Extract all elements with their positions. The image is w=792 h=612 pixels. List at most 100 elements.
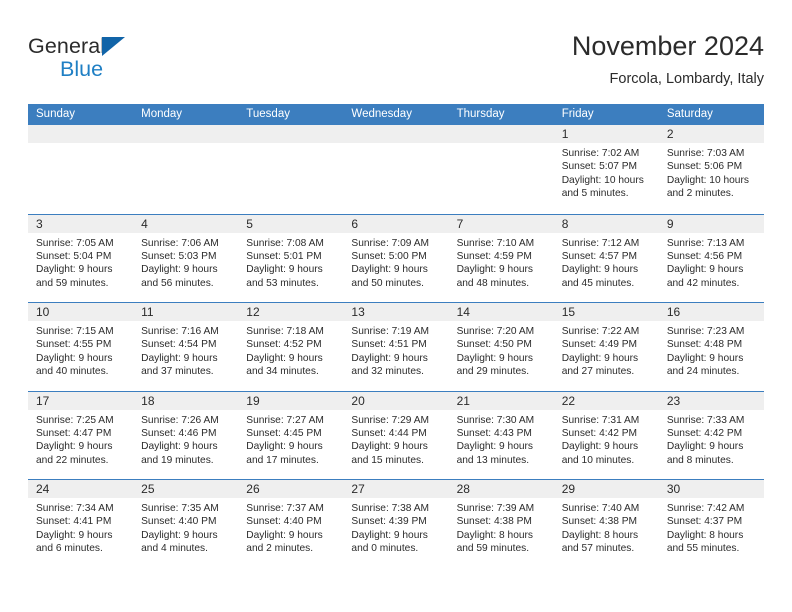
daylight-text: Daylight: 9 hours and 56 minutes.: [141, 264, 218, 289]
sunrise-text: Sunrise: 7:13 AM: [666, 237, 745, 249]
daylight-text: Daylight: 9 hours and 42 minutes.: [666, 264, 744, 289]
day-number: 3: [28, 214, 134, 233]
day-details: Sunrise: 7:42 AM Sunset: 4:37 PM Daylight:…: [659, 498, 764, 556]
day-cell[interactable]: 25 Sunrise: 7:35 AM Sunset: 4:40 PM Dayligh…: [133, 480, 239, 568]
sunrise-text: Sunrise: 7:08 AM: [246, 237, 324, 249]
day-cell-empty: [448, 125, 554, 214]
day-cell[interactable]: 13 Sunrise: 7:19 AM Sunset: 4:51 PM Dayligh…: [343, 303, 449, 391]
weeks-container: 1 Sunrise: 7:02 AM Sunset: 5:07 PM Daylight…: [28, 125, 764, 568]
day-cell[interactable]: 4 Sunrise: 7:06 AM Sunset: 5:03 PM Daylight…: [133, 214, 239, 303]
day-cell[interactable]: 24 Sunrise: 7:34 AM Sunset: 4:41 PM Dayligh…: [28, 480, 134, 568]
day-cell[interactable]: 22 Sunrise: 7:31 AM Sunset: 4:42 PM Dayligh…: [553, 391, 659, 480]
triangle-icon: [102, 37, 125, 56]
sunrise-text: Sunrise: 7:25 AM: [36, 414, 114, 426]
day-cell[interactable]: 10 Sunrise: 7:15 AM Sunset: 4:55 PM Dayligh…: [28, 303, 134, 391]
day-cell[interactable]: 21 Sunrise: 7:30 AM Sunset: 4:43 PM Dayligh…: [448, 391, 554, 480]
sunset-text: Sunset: 4:38 PM: [456, 516, 532, 528]
sunset-text: Sunset: 4:50 PM: [456, 339, 532, 351]
day-cell[interactable]: 16 Sunrise: 7:23 AM Sunset: 4:48 PM Dayligh…: [658, 303, 764, 391]
day-cell[interactable]: 8 Sunrise: 7:12 AM Sunset: 4:57 PM Daylight…: [553, 214, 659, 303]
day-details: Sunrise: 7:20 AM Sunset: 4:50 PM Daylight:…: [449, 321, 554, 379]
daylight-text: Daylight: 9 hours and 45 minutes.: [561, 264, 639, 289]
day-cell[interactable]: 2 Sunrise: 7:03 AM Sunset: 5:06 PM Daylight…: [658, 125, 764, 214]
day-number: 21: [448, 391, 554, 410]
day-number: [448, 125, 554, 143]
daylight-text: Daylight: 9 hours and 32 minutes.: [351, 352, 428, 378]
general-blue-logo[interactable]: General Blue: [28, 35, 258, 90]
daylight-text: Daylight: 9 hours and 17 minutes.: [246, 441, 323, 466]
day-details: Sunrise: 7:23 AM Sunset: 4:48 PM Daylight:…: [659, 321, 764, 379]
day-cell[interactable]: 29 Sunrise: 7:40 AM Sunset: 4:38 PM Dayligh…: [553, 480, 659, 568]
day-details: Sunrise: 7:18 AM Sunset: 4:52 PM Daylight:…: [238, 321, 343, 379]
sunset-text: Sunset: 4:57 PM: [561, 250, 638, 262]
weekday-header-sunday: Sunday: [36, 108, 76, 120]
daylight-text: Daylight: 9 hours and 29 minutes.: [456, 352, 534, 378]
daylight-text: Daylight: 10 hours and 5 minutes.: [561, 174, 644, 200]
day-cell[interactable]: 15 Sunrise: 7:22 AM Sunset: 4:49 PM Dayligh…: [553, 303, 659, 391]
day-number: [238, 125, 344, 143]
day-number: 28: [448, 480, 554, 498]
daylight-text: Daylight: 8 hours and 57 minutes.: [561, 529, 639, 555]
daylight-text: Daylight: 9 hours and 6 minutes.: [36, 529, 113, 555]
sunset-text: Sunset: 4:55 PM: [36, 339, 112, 351]
day-number: 14: [448, 303, 554, 321]
weekday-header-friday: Friday: [561, 108, 594, 120]
week-row: 10 Sunrise: 7:15 AM Sunset: 4:55 PM Dayligh…: [28, 302, 764, 391]
day-details: Sunrise: 7:39 AM Sunset: 4:38 PM Daylight:…: [449, 498, 554, 556]
sunset-text: Sunset: 5:07 PM: [561, 161, 638, 173]
sunset-text: Sunset: 4:45 PM: [246, 427, 322, 439]
day-details: Sunrise: 7:31 AM Sunset: 4:42 PM Daylight:…: [554, 410, 659, 468]
week-row: 17 Sunrise: 7:25 AM Sunset: 4:47 PM Dayligh…: [28, 390, 764, 480]
daylight-text: Daylight: 9 hours and 0 minutes.: [351, 529, 428, 555]
day-details: Sunrise: 7:05 AM Sunset: 5:04 PM Daylight:…: [28, 233, 133, 291]
day-cell[interactable]: 18 Sunrise: 7:26 AM Sunset: 4:46 PM Dayligh…: [133, 391, 239, 480]
sunrise-text: Sunrise: 7:10 AM: [456, 237, 535, 249]
day-details: Sunrise: 7:40 AM Sunset: 4:38 PM Daylight:…: [554, 498, 659, 556]
day-number: 10: [28, 303, 134, 321]
daylight-text: Daylight: 9 hours and 24 minutes.: [666, 352, 744, 378]
daylight-text: Daylight: 9 hours and 13 minutes.: [456, 441, 534, 466]
day-cell[interactable]: 6 Sunrise: 7:09 AM Sunset: 5:00 PM Daylight…: [343, 214, 449, 303]
day-cell[interactable]: 11 Sunrise: 7:16 AM Sunset: 4:54 PM Dayligh…: [133, 303, 239, 391]
day-cell[interactable]: 5 Sunrise: 7:08 AM Sunset: 5:01 PM Daylight…: [238, 214, 344, 303]
day-cell[interactable]: 27 Sunrise: 7:38 AM Sunset: 4:39 PM Dayligh…: [343, 480, 449, 568]
day-number: 16: [658, 303, 764, 321]
sunrise-text: Sunrise: 7:30 AM: [456, 414, 535, 426]
daylight-text: Daylight: 9 hours and 10 minutes.: [561, 441, 639, 466]
sunset-text: Sunset: 4:42 PM: [666, 427, 743, 439]
day-cell[interactable]: 19 Sunrise: 7:27 AM Sunset: 4:45 PM Dayligh…: [238, 391, 344, 480]
sunrise-text: Sunrise: 7:23 AM: [666, 326, 745, 337]
day-details: Sunrise: 7:06 AM Sunset: 5:03 PM Daylight:…: [133, 233, 238, 291]
day-number: 25: [133, 480, 239, 498]
sunset-text: Sunset: 4:40 PM: [246, 516, 322, 528]
day-cell[interactable]: 30 Sunrise: 7:42 AM Sunset: 4:37 PM Dayligh…: [658, 480, 764, 568]
sunrise-text: Sunrise: 7:39 AM: [456, 503, 535, 514]
day-cell[interactable]: 23 Sunrise: 7:33 AM Sunset: 4:42 PM Dayligh…: [658, 391, 764, 480]
day-number: [28, 125, 134, 143]
day-cell[interactable]: 12 Sunrise: 7:18 AM Sunset: 4:52 PM Dayligh…: [238, 303, 344, 391]
sunrise-text: Sunrise: 7:38 AM: [351, 503, 430, 514]
day-cell[interactable]: 28 Sunrise: 7:39 AM Sunset: 4:38 PM Dayligh…: [448, 480, 554, 568]
sunrise-text: Sunrise: 7:18 AM: [246, 326, 324, 337]
day-details: Sunrise: 7:10 AM Sunset: 4:59 PM Daylight:…: [449, 233, 554, 291]
day-details: Sunrise: 7:30 AM Sunset: 4:43 PM Daylight:…: [449, 410, 554, 468]
sunset-text: Sunset: 4:51 PM: [351, 339, 427, 351]
day-cell[interactable]: 9 Sunrise: 7:13 AM Sunset: 4:56 PM Daylight…: [658, 214, 764, 303]
day-details: Sunrise: 7:35 AM Sunset: 4:40 PM Daylight:…: [133, 498, 238, 556]
sunset-text: Sunset: 4:59 PM: [456, 250, 532, 262]
day-cell[interactable]: 1 Sunrise: 7:02 AM Sunset: 5:07 PM Daylight…: [553, 125, 659, 214]
daylight-text: Daylight: 9 hours and 59 minutes.: [36, 264, 113, 289]
sunrise-text: Sunrise: 7:19 AM: [351, 326, 430, 337]
weekday-header-monday: Monday: [141, 108, 183, 120]
day-cell[interactable]: 14 Sunrise: 7:20 AM Sunset: 4:50 PM Dayligh…: [448, 303, 554, 391]
daylight-text: Daylight: 8 hours and 59 minutes.: [456, 529, 534, 555]
day-cell[interactable]: 26 Sunrise: 7:37 AM Sunset: 4:40 PM Dayligh…: [238, 480, 344, 568]
day-details: Sunrise: 7:08 AM Sunset: 5:01 PM Daylight:…: [238, 233, 343, 291]
day-cell[interactable]: 7 Sunrise: 7:10 AM Sunset: 4:59 PM Daylight…: [448, 214, 554, 303]
weekday-header-wednesday: Wednesday: [351, 108, 412, 120]
day-details: Sunrise: 7:34 AM Sunset: 4:41 PM Daylight:…: [28, 498, 133, 556]
sunset-text: Sunset: 4:42 PM: [561, 427, 638, 439]
day-cell[interactable]: 17 Sunrise: 7:25 AM Sunset: 4:47 PM Dayligh…: [28, 391, 134, 480]
day-cell[interactable]: 20 Sunrise: 7:29 AM Sunset: 4:44 PM Dayligh…: [343, 391, 449, 480]
day-cell[interactable]: 3 Sunrise: 7:05 AM Sunset: 5:04 PM Daylight…: [28, 214, 134, 303]
